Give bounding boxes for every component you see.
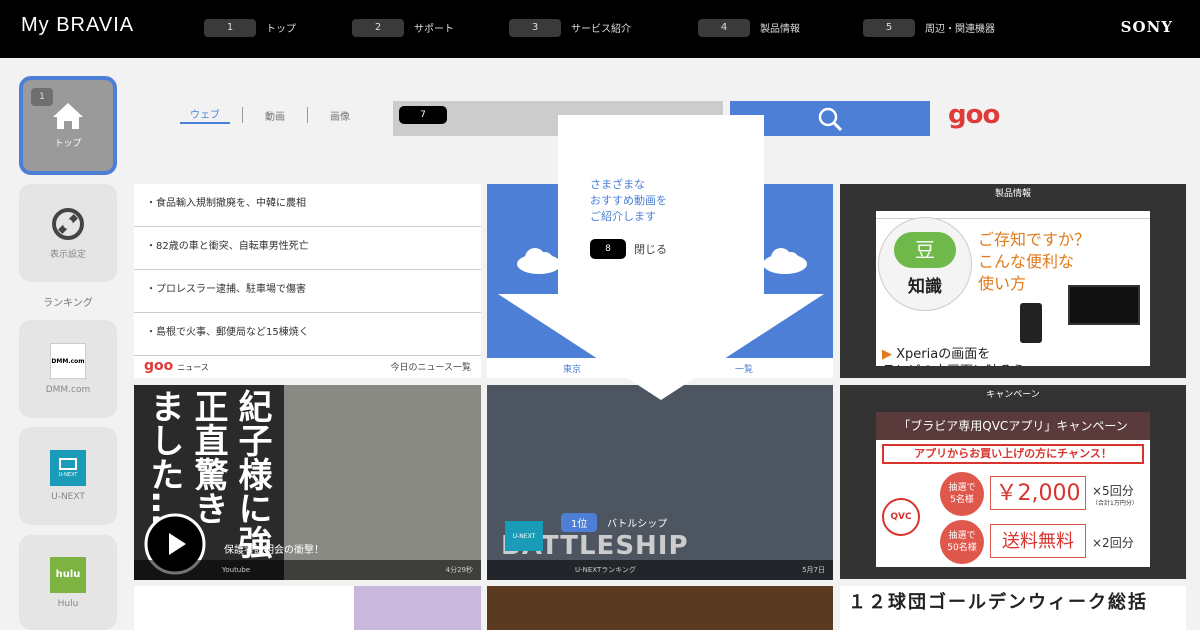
hulu-logo: hulu: [50, 556, 86, 593]
sony-logo: SONY: [1120, 18, 1173, 36]
news-item[interactable]: ・島根で火事、郵便局など15棟焼く: [134, 313, 481, 356]
news-item[interactable]: ・プロレスラー逮捕、駐車場で傷害: [134, 270, 481, 313]
news-item[interactable]: ・82歳の車と衝突、自転車男性死亡: [134, 227, 481, 270]
news-item[interactable]: ・食品輸入規制撤廃を、中韓に農相: [134, 184, 481, 227]
video-duration: 4分29秒: [445, 566, 473, 574]
baseball-tile[interactable]: １２球団ゴールデンウィーク総括: [840, 586, 1186, 630]
prize-tag: 抽選で 5名様: [940, 472, 984, 516]
campaign-ad-banner[interactable]: 「ブラビア専用QVCアプリ」キャンペーン アプリからお買い上げの方にチャンス！ …: [876, 412, 1150, 567]
video-title: バトルシップ: [607, 519, 668, 530]
nav-number: 2: [352, 18, 404, 37]
prize-tag: 抽選で 50名様: [940, 520, 984, 564]
close-key-hint: 8: [590, 239, 626, 259]
arrow-down-icon: [498, 294, 824, 400]
video-footer: U-NEXTランキング 5月7日: [487, 560, 833, 580]
nav-peripherals[interactable]: 5 周辺・関連機器: [863, 18, 995, 37]
campaign-panel[interactable]: キャンペーン 「ブラビア専用QVCアプリ」キャンペーン アプリからお買い上げの方…: [840, 385, 1186, 579]
panel-header: キャンペーン: [986, 390, 1040, 400]
nav-label: サポート: [414, 24, 454, 35]
nav-label: 製品情報: [760, 24, 800, 35]
info-popup: さまざまな おすすめ動画を ご紹介します 8 閉じる: [558, 115, 764, 295]
unext-logo: U-NEXT: [50, 450, 86, 486]
top-bar: My BRAVIA 1 トップ 2 サポート 3 サービス紹介 4 製品情報 5…: [0, 0, 1200, 58]
manga-tile[interactable]: [134, 586, 481, 630]
home-number-badge: 1: [31, 88, 53, 106]
prize-count: ×5回分: [1092, 484, 1134, 498]
sidebar-item-unext[interactable]: U-NEXT U-NEXT: [19, 427, 117, 525]
video-caption: 保護者説明会の衝撃！: [224, 545, 324, 556]
tab-divider: [307, 107, 308, 123]
goo-news-logo: goo ニュース: [144, 358, 209, 374]
popup-message: さまざまな おすすめ動画を ご紹介します: [590, 178, 667, 223]
settings-label: 表示設定: [49, 249, 86, 260]
campaign-title: 「ブラビア専用QVCアプリ」キャンペーン: [876, 412, 1150, 440]
nav-label: トップ: [266, 24, 296, 35]
nav-label: サービス紹介: [571, 24, 631, 35]
sidebar-item-dmm[interactable]: DMM.com DMM.com: [19, 320, 117, 418]
close-label: 閉じる: [634, 243, 667, 256]
search-key-hint: 7: [399, 106, 447, 124]
search-icon: [818, 107, 843, 131]
sidebar-item-label: Hulu: [57, 598, 79, 609]
cloud-icon: [763, 248, 807, 274]
news-list-link[interactable]: 今日のニュース一覧: [390, 360, 471, 373]
prize-value: 送料無料: [990, 524, 1086, 558]
sidebar-item-label: U-NEXT: [51, 492, 85, 502]
panel-header: 製品情報: [994, 189, 1031, 199]
search-tabs: ウェブ 動画 画像: [180, 106, 360, 124]
video-date: 5月7日: [802, 566, 825, 574]
wrench-icon: [52, 207, 84, 240]
nav-support[interactable]: 2 サポート: [352, 18, 454, 37]
product-info-panel[interactable]: 製品情報 豆 知識 ご存知ですか？ こんな便利な 使い方 ▶ Xperiaの画面…: [840, 184, 1186, 378]
goo-logo: goo: [948, 100, 1000, 130]
sidebar-item-hulu[interactable]: hulu Hulu: [19, 535, 117, 630]
mame-badge: 豆 知識: [878, 217, 972, 311]
cloud-icon: [517, 248, 561, 274]
video-source: U-NEXTランキング: [575, 566, 637, 574]
sidebar-settings-button[interactable]: 表示設定: [19, 184, 117, 282]
manga-thumbnail: [354, 586, 481, 630]
unext-badge: U-NEXT: [505, 521, 543, 551]
nav-number: 1: [204, 18, 256, 37]
sidebar-item-label: DMM.com: [45, 385, 91, 395]
product-ad-caption: ▶ Xperiaの画面を テレビの大画面に映そう: [882, 347, 1025, 366]
sidebar-home-button[interactable]: 1 トップ: [19, 76, 117, 175]
prize-count: ×2回分: [1092, 536, 1134, 550]
campaign-subtitle: アプリからお買い上げの方にチャンス！: [882, 444, 1144, 464]
news-footer: goo ニュース 今日のニュース一覧: [134, 354, 481, 378]
nav-services[interactable]: 3 サービス紹介: [509, 18, 631, 37]
nav-number: 4: [698, 18, 750, 37]
dmm-logo: DMM.com: [50, 343, 86, 379]
tab-video[interactable]: 動画: [255, 108, 295, 123]
news-panel: ・食品輸入規制撤廃を、中韓に農相 ・82歳の車と衝突、自転車男性死亡 ・プロレス…: [134, 184, 481, 378]
tv-phone-illustration: [1068, 285, 1140, 325]
nav-top[interactable]: 1 トップ: [204, 18, 296, 37]
video-tile-unext[interactable]: BATTLESHIP U-NEXT 1位 バトルシップ U-NEXTランキング …: [487, 385, 833, 580]
qvc-logo: QVC: [882, 498, 920, 536]
prize-note: （合計1万円分）: [1092, 500, 1138, 507]
home-icon: [53, 103, 83, 129]
video-footer: Youtube 4分29秒: [134, 560, 481, 580]
tab-divider: [242, 107, 243, 123]
game-tile[interactable]: [487, 586, 833, 630]
prize-value: ￥2,000: [990, 476, 1086, 510]
nav-number: 3: [509, 18, 561, 37]
nav-products[interactable]: 4 製品情報: [698, 18, 800, 37]
app-title: My BRAVIA: [21, 14, 135, 36]
nav-label: 周辺・関連機器: [925, 24, 995, 35]
tab-image[interactable]: 画像: [320, 108, 360, 123]
video-source: Youtube: [222, 566, 250, 574]
home-label: トップ: [54, 139, 82, 149]
tab-web[interactable]: ウェブ: [180, 106, 230, 124]
video-tile-youtube[interactable]: 紀子様に強 正直驚き ました… 保護者説明会の衝撃！ Youtube 4分29秒: [134, 385, 481, 580]
ranking-heading: ランキング: [43, 298, 93, 309]
product-ad-banner[interactable]: 豆 知識 ご存知ですか？ こんな便利な 使い方 ▶ Xperiaの画面を テレビ…: [876, 211, 1150, 366]
rank-badge: 1位: [561, 513, 598, 532]
baseball-title: １２球団ゴールデンウィーク総括: [848, 592, 1148, 613]
nav-number: 5: [863, 18, 915, 37]
popup-close-button[interactable]: 8 閉じる: [590, 239, 667, 259]
